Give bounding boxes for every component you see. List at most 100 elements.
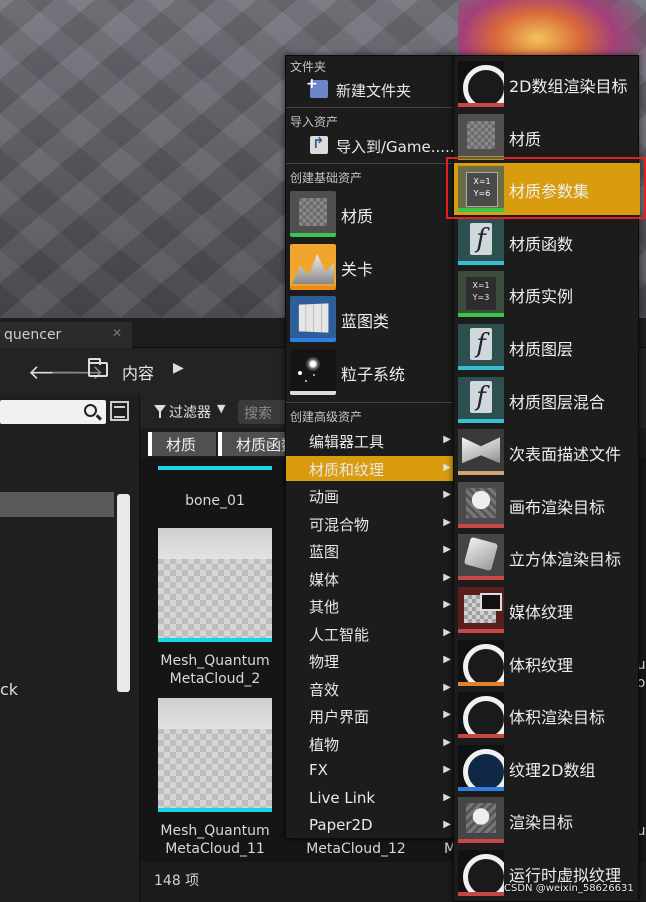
menu-item-blueprint-class[interactable]: 蓝图类 (286, 294, 453, 344)
menu-item-advanced[interactable]: 动画 ▶ (286, 483, 453, 508)
submenu-item[interactable]: 体积纹理 (454, 637, 640, 689)
submenu-item[interactable]: 材质 (454, 111, 640, 163)
menu-item-advanced[interactable]: Live Link ▶ (286, 786, 453, 811)
level-icon (290, 244, 336, 290)
menu-item-advanced[interactable]: Paper2D ▶ (286, 813, 453, 838)
submenu-item[interactable]: 材质图层 (454, 321, 640, 373)
submenu-item-label: 材质函数 (509, 234, 574, 254)
submenu-item-label: 画布渲染目标 (509, 497, 606, 517)
asset-name[interactable]: MetaCloud_12 (300, 840, 412, 858)
menu-item-label: Paper2D (309, 816, 373, 834)
material-icon (458, 113, 504, 160)
menu-item-label: 人工智能 (309, 625, 370, 644)
material-instance-icon (458, 271, 504, 318)
menu-item-label: 材质和纹理 (309, 460, 385, 479)
submenu-item[interactable]: 材质实例 (454, 268, 640, 320)
breadcrumb-content[interactable]: 内容 (122, 360, 154, 384)
submenu-item[interactable]: 画布渲染目标 (454, 479, 640, 531)
menu-item-label: 蓝图类 (341, 312, 390, 331)
asset-count: 148 项 (154, 873, 200, 889)
submenu-item-label: 媒体纹理 (509, 603, 574, 622)
menu-item-advanced[interactable]: 媒体 ▶ (286, 566, 453, 591)
menu-item-label: 用户界面 (309, 708, 370, 726)
asset-tile-underline (158, 466, 272, 470)
menu-item-advanced[interactable]: 植物 ▶ (286, 731, 453, 756)
submenu-item[interactable]: 2D数组渲染目标 (454, 58, 640, 110)
submenu-chevron-icon: ▶ (443, 709, 451, 720)
menu-item-advanced[interactable]: FX ▶ (286, 758, 453, 783)
submenu-chevron-icon: ▶ (443, 819, 451, 830)
menu-item-advanced[interactable]: 物理 ▶ (286, 648, 453, 673)
menu-item-label: 编辑器工具 (309, 433, 385, 451)
submenu-chevron-icon: ▶ (443, 461, 451, 473)
submenu-item[interactable]: 材质函数 (454, 216, 640, 268)
menu-item-advanced[interactable]: 用户界面 ▶ (286, 703, 453, 728)
menu-item-level[interactable]: 关卡 (286, 242, 453, 292)
submenu-item[interactable]: 次表面描述文件 (454, 426, 640, 478)
submenu-item-label: 纹理2D数组 (509, 760, 596, 780)
menu-item-advanced[interactable]: 音效 ▶ (286, 676, 453, 701)
menu-item-label: FX (309, 761, 328, 779)
submenu-item-label: 材质图层 (509, 340, 574, 359)
submenu-item[interactable]: 渲染目标 (454, 794, 640, 846)
submenu-chevron-icon: ▶ (443, 654, 451, 665)
folder-search-input[interactable] (0, 400, 106, 424)
tree-selected-row[interactable] (0, 492, 114, 517)
submenu-chevron-icon: ▶ (443, 571, 451, 583)
volume-render-target-icon (458, 692, 504, 739)
submenu-item[interactable]: 材质图层混合 (454, 374, 640, 426)
menu-item-new-folder[interactable]: 新建文件夹 (286, 76, 453, 102)
search-icon[interactable] (84, 404, 97, 417)
view-options-icon[interactable] (110, 401, 129, 421)
asset-name[interactable]: Mesh_Quantum MetaCloud_2 (150, 652, 280, 688)
cube-render-target-icon (458, 534, 504, 581)
close-icon[interactable]: ✕ (112, 326, 122, 340)
blueprint-icon (290, 296, 336, 342)
submenu-item[interactable]: 媒体纹理 (454, 584, 640, 636)
menu-item-material[interactable]: 材质 (286, 189, 453, 239)
tab-sequencer[interactable]: quencer ✕ (0, 322, 132, 348)
canvas-render-target-icon (458, 481, 504, 528)
filter-icon[interactable] (154, 405, 166, 418)
menu-item-import-to[interactable]: 导入到/Game...... (286, 134, 459, 158)
runtime-virtual-texture-icon (458, 850, 504, 896)
menu-item-label: 可混合物 (309, 515, 370, 534)
submenu-item-label: 次表面描述文件 (509, 445, 622, 465)
render-target-icon (458, 797, 504, 844)
asset-name[interactable]: Mesh_Quantum MetaCloud_11 (150, 822, 280, 858)
asset-thumbnail[interactable] (158, 698, 272, 812)
material-icon (290, 191, 336, 237)
submenu-item[interactable]: 立方体渲染目标 (454, 531, 640, 583)
menu-item-advanced[interactable]: 人工智能 ▶ (286, 621, 453, 646)
menu-item-label: 新建文件夹 (336, 82, 412, 100)
section-folder: 文件夹 (290, 60, 327, 74)
breadcrumb-chevron-icon[interactable]: ▶ (173, 360, 184, 376)
chevron-down-icon[interactable]: ▼ (217, 402, 225, 415)
menu-item-label: 蓝图 (309, 543, 340, 561)
asset-thumbnail[interactable] (158, 528, 272, 642)
menu-item-advanced[interactable]: 编辑器工具 ▶ (286, 428, 453, 453)
submenu-item[interactable]: 体积渲染目标 (454, 689, 640, 741)
material-function-icon (458, 218, 504, 265)
menu-item-advanced[interactable]: 蓝图 ▶ (286, 538, 453, 563)
submenu-item[interactable]: 纹理2D数组 (454, 742, 640, 794)
menu-item-label: 导入到/Game...... (336, 138, 460, 156)
submenu-chevron-icon: ▶ (443, 626, 451, 638)
submenu-chevron-icon: ▶ (443, 599, 451, 610)
menu-item-label: 关卡 (341, 260, 374, 279)
tree-scrollbar[interactable] (117, 494, 130, 692)
submenu-item-label: 立方体渲染目标 (509, 550, 622, 570)
menu-item-advanced[interactable]: 其他 ▶ (286, 593, 453, 618)
watermark: CSDN @weixin_58626631 (504, 883, 634, 894)
menu-item-label: 音效 (309, 680, 340, 699)
asset-name[interactable]: bone_01 (154, 492, 276, 510)
filter-dropdown[interactable]: 过滤器 (169, 402, 211, 422)
menu-item-label: 物理 (309, 653, 340, 671)
menu-item-advanced[interactable]: 可混合物 ▶ (286, 511, 453, 536)
folder-icon (88, 358, 108, 377)
section-basic: 创建基础资产 (290, 171, 363, 185)
menu-item-particle-system[interactable]: 粒子系统 (286, 347, 453, 397)
menu-item-label: Live Link (309, 788, 376, 807)
filter-chip-material[interactable]: 材质 (148, 432, 216, 456)
menu-item-advanced[interactable]: 材质和纹理 ▶ (286, 455, 453, 481)
